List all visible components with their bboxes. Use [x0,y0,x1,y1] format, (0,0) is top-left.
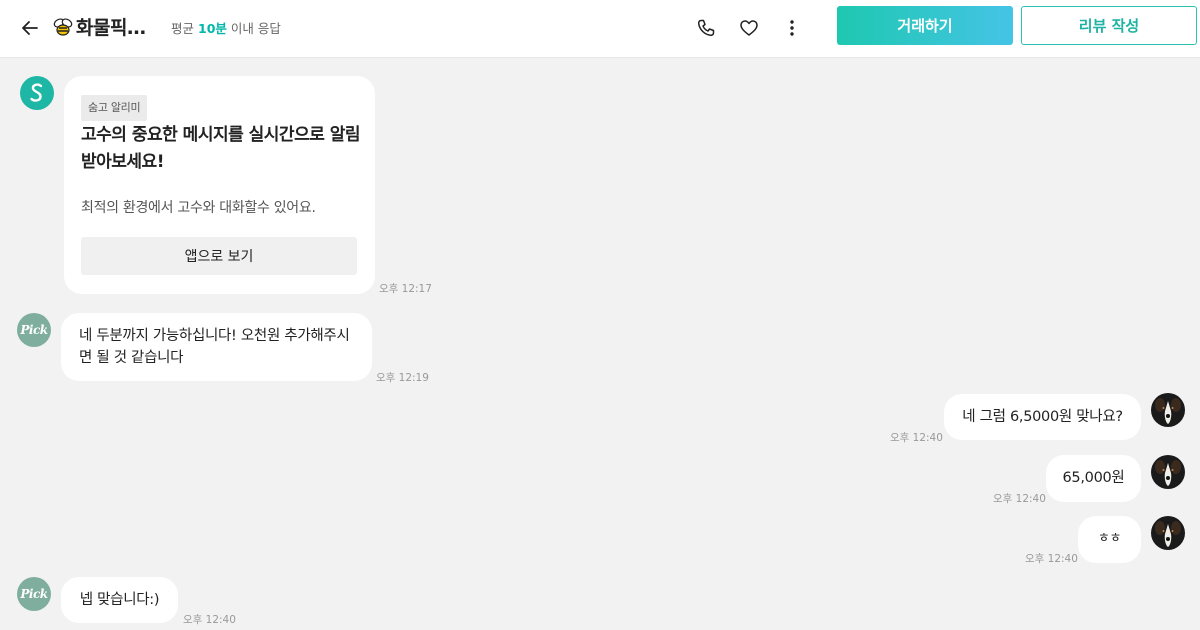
my-avatar [1151,393,1185,427]
message-text: 65,000원 [1062,470,1125,486]
card-tag: 숨고 알리미 [81,95,148,121]
message-time: 오후 12:17 [379,283,432,295]
pick-logo-text: Pick [20,323,48,337]
message-text: 네 그럼 6,5000원 맞나요? [962,409,1123,425]
card-description: 최적의 환경에서 고수와 대화할수 있어요. [81,200,316,216]
my-avatar [1151,455,1185,489]
received-message: 네 두분까지 가능하십니다! 오천원 추가해주시면 될 것 같습니다 [61,313,372,381]
favorite-button[interactable] [735,14,763,42]
message-text: ㅎㅎ [1097,531,1122,546]
message-time: 오후 12:40 [993,493,1046,505]
soomgo-logo-icon [30,83,43,102]
bee-logo-icon [53,17,73,36]
soomgo-avatar [20,76,54,110]
dog-profile-icon [1155,398,1181,424]
sent-message: 65,000원 [1046,455,1141,502]
sent-message: 네 그럼 6,5000원 맞나요? [944,394,1141,440]
back-button[interactable] [14,12,46,44]
response-suffix: 이내 응답 [230,21,281,36]
chat-partner-name: 화물픽… [76,17,146,39]
deal-button[interactable]: 거래하기 [837,6,1013,45]
phone-icon [697,19,715,37]
open-app-button[interactable]: 앱으로 보기 [81,237,357,275]
message-time: 오후 12:40 [183,614,236,626]
chat-partner-title: 화물픽… [52,13,162,40]
more-vertical-icon [790,20,794,36]
heart-icon [740,20,758,36]
received-message: 넵 맞습니다:) [61,577,178,623]
partner-avatar: Pick [17,313,51,347]
message-time: 오후 12:40 [890,432,943,444]
response-time-value: 10분 [198,21,227,36]
message-text: 넵 맞습니다:) [79,592,160,608]
sent-message: ㅎㅎ [1078,516,1141,563]
message-time: 오후 12:40 [1025,553,1078,565]
more-options-button[interactable] [778,14,806,42]
pick-logo-text: Pick [20,587,48,601]
card-title: 고수의 중요한 메시지를 실시간으로 알림 받아보세요! [81,125,361,172]
call-button[interactable] [692,14,720,42]
write-review-button[interactable]: 리뷰 작성 [1021,6,1197,45]
notification-card: 숨고 알리미 고수의 중요한 메시지를 실시간으로 알림 받아보세요! 최적의 … [64,76,375,294]
partner-avatar: Pick [17,577,51,611]
message-time: 오후 12:19 [376,372,429,384]
my-avatar [1151,516,1185,550]
arrow-left-icon [22,21,38,35]
response-prefix: 평균 [171,21,195,36]
dog-profile-icon [1155,521,1181,547]
dog-profile-icon [1155,460,1181,486]
chat-header: 화물픽… 평균 10분 이내 응답 거래하기 리뷰 작성 [0,0,1200,58]
message-text: 네 두분까지 가능하십니다! 오천원 추가해주시면 될 것 같습니다 [79,328,350,366]
response-time-info: 평균 10분 이내 응답 [171,18,281,37]
